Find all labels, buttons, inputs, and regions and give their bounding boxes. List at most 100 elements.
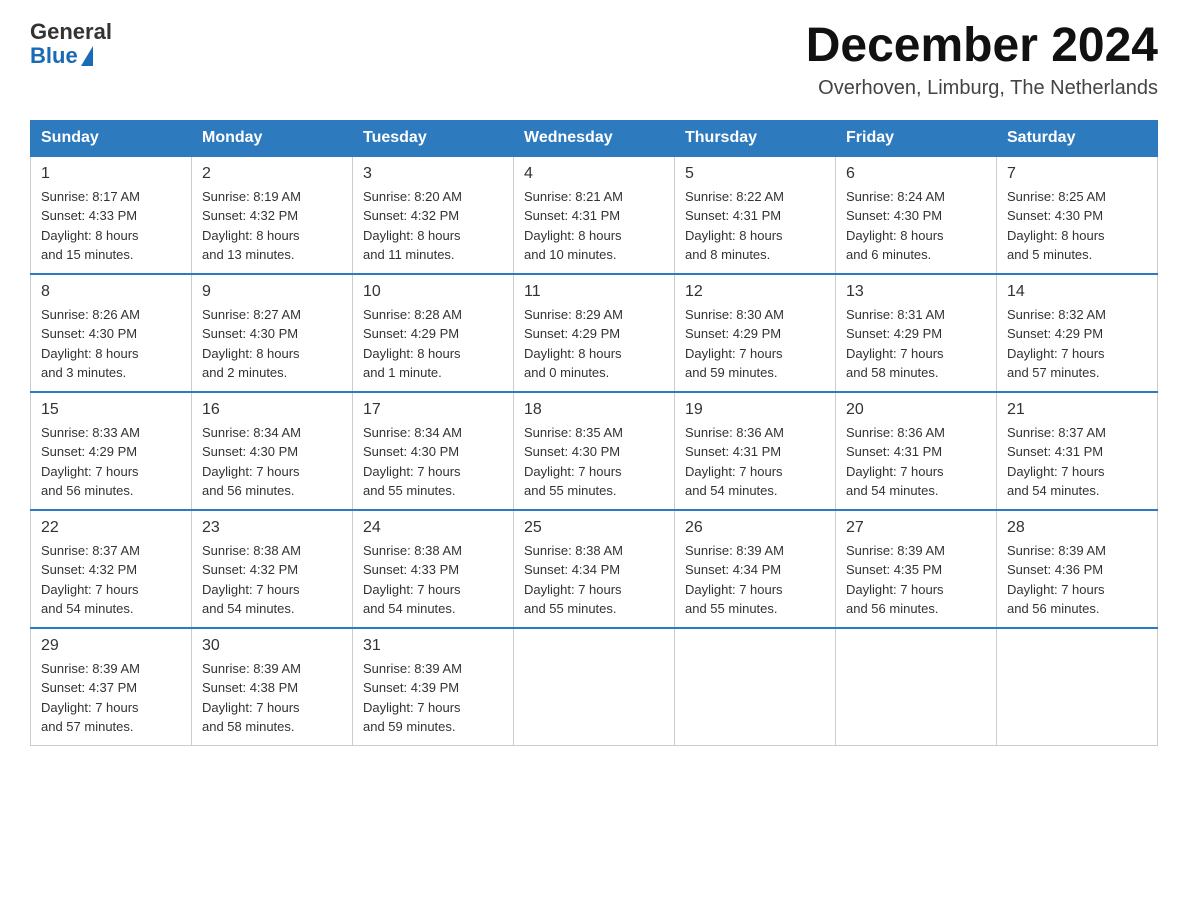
day-number: 24 [363,519,503,537]
calendar-cell: 6 Sunrise: 8:24 AM Sunset: 4:30 PM Daylig… [836,156,997,274]
calendar-cell: 22Sunrise: 8:37 AM Sunset: 4:32 PM Dayli… [31,510,192,628]
calendar-cell [514,628,675,746]
day-info: Sunrise: 8:39 AM Sunset: 4:36 PM Dayligh… [1007,541,1147,619]
day-number: 2 [202,165,342,183]
day-number: 28 [1007,519,1147,537]
day-number: 11 [524,283,664,301]
day-info: Sunrise: 8:25 AM Sunset: 4:30 PM Dayligh… [1007,187,1147,265]
day-info: Sunrise: 8:17 AM Sunset: 4:33 PM Dayligh… [41,187,181,265]
calendar-cell: 3Sunrise: 8:20 AM Sunset: 4:32 PM Daylig… [353,156,514,274]
calendar-cell: 24 Sunrise: 8:38 AM Sunset: 4:33 PM Dayli… [353,510,514,628]
day-number: 8 [41,283,181,301]
day-number: 15 [41,401,181,419]
col-header-tuesday: Tuesday [353,120,514,156]
day-number: 1 [41,165,181,183]
calendar-cell: 5 Sunrise: 8:22 AM Sunset: 4:31 PM Daylig… [675,156,836,274]
day-info: Sunrise: 8:38 AM Sunset: 4:33 PM Dayligh… [363,541,503,619]
day-number: 9 [202,283,342,301]
day-info: Sunrise: 8:30 AM Sunset: 4:29 PM Dayligh… [685,305,825,383]
calendar-cell: 1 Sunrise: 8:17 AM Sunset: 4:33 PM Daylig… [31,156,192,274]
col-header-sunday: Sunday [31,120,192,156]
day-info: Sunrise: 8:31 AM Sunset: 4:29 PM Dayligh… [846,305,986,383]
col-header-friday: Friday [836,120,997,156]
day-number: 31 [363,637,503,655]
day-info: Sunrise: 8:39 AM Sunset: 4:35 PM Dayligh… [846,541,986,619]
col-header-thursday: Thursday [675,120,836,156]
day-info: Sunrise: 8:22 AM Sunset: 4:31 PM Dayligh… [685,187,825,265]
calendar-cell: 25 Sunrise: 8:38 AM Sunset: 4:34 PM Dayli… [514,510,675,628]
calendar-cell [836,628,997,746]
week-row-4: 22Sunrise: 8:37 AM Sunset: 4:32 PM Dayli… [31,510,1158,628]
title-block: December 2024 Overhoven, Limburg, The Ne… [806,20,1158,100]
day-number: 13 [846,283,986,301]
day-number: 27 [846,519,986,537]
calendar-cell: 2 Sunrise: 8:19 AM Sunset: 4:32 PM Daylig… [192,156,353,274]
calendar-cell: 9 Sunrise: 8:27 AM Sunset: 4:30 PM Daylig… [192,274,353,392]
logo-triangle-icon [81,46,93,66]
calendar-cell: 12Sunrise: 8:30 AM Sunset: 4:29 PM Dayli… [675,274,836,392]
day-number: 23 [202,519,342,537]
day-number: 17 [363,401,503,419]
calendar-cell: 27 Sunrise: 8:39 AM Sunset: 4:35 PM Dayli… [836,510,997,628]
day-info: Sunrise: 8:39 AM Sunset: 4:37 PM Dayligh… [41,659,181,737]
day-number: 6 [846,165,986,183]
day-number: 19 [685,401,825,419]
day-info: Sunrise: 8:29 AM Sunset: 4:29 PM Dayligh… [524,305,664,383]
calendar-cell: 13 Sunrise: 8:31 AM Sunset: 4:29 PM Dayli… [836,274,997,392]
day-info: Sunrise: 8:27 AM Sunset: 4:30 PM Dayligh… [202,305,342,383]
day-info: Sunrise: 8:38 AM Sunset: 4:34 PM Dayligh… [524,541,664,619]
calendar-cell: 17Sunrise: 8:34 AM Sunset: 4:30 PM Dayli… [353,392,514,510]
logo-general-text: General [30,20,112,44]
location-subtitle: Overhoven, Limburg, The Netherlands [806,77,1158,100]
day-info: Sunrise: 8:37 AM Sunset: 4:32 PM Dayligh… [41,541,181,619]
calendar-cell [997,628,1158,746]
calendar-cell: 28 Sunrise: 8:39 AM Sunset: 4:36 PM Dayli… [997,510,1158,628]
calendar-cell: 23 Sunrise: 8:38 AM Sunset: 4:32 PM Dayli… [192,510,353,628]
calendar-table: SundayMondayTuesdayWednesdayThursdayFrid… [30,120,1158,746]
day-info: Sunrise: 8:36 AM Sunset: 4:31 PM Dayligh… [846,423,986,501]
week-row-3: 15 Sunrise: 8:33 AM Sunset: 4:29 PM Dayli… [31,392,1158,510]
col-header-monday: Monday [192,120,353,156]
day-info: Sunrise: 8:28 AM Sunset: 4:29 PM Dayligh… [363,305,503,383]
week-row-5: 29 Sunrise: 8:39 AM Sunset: 4:37 PM Dayli… [31,628,1158,746]
day-number: 21 [1007,401,1147,419]
calendar-cell: 20 Sunrise: 8:36 AM Sunset: 4:31 PM Dayli… [836,392,997,510]
day-number: 20 [846,401,986,419]
day-number: 14 [1007,283,1147,301]
calendar-cell: 15 Sunrise: 8:33 AM Sunset: 4:29 PM Dayli… [31,392,192,510]
page-header: General Blue December 2024 Overhoven, Li… [30,20,1158,100]
calendar-cell: 31 Sunrise: 8:39 AM Sunset: 4:39 PM Dayli… [353,628,514,746]
day-info: Sunrise: 8:39 AM Sunset: 4:39 PM Dayligh… [363,659,503,737]
day-number: 4 [524,165,664,183]
logo-blue-text: Blue [30,44,112,68]
day-info: Sunrise: 8:36 AM Sunset: 4:31 PM Dayligh… [685,423,825,501]
day-number: 25 [524,519,664,537]
day-number: 7 [1007,165,1147,183]
calendar-cell: 30Sunrise: 8:39 AM Sunset: 4:38 PM Dayli… [192,628,353,746]
day-number: 5 [685,165,825,183]
day-info: Sunrise: 8:20 AM Sunset: 4:32 PM Dayligh… [363,187,503,265]
day-info: Sunrise: 8:24 AM Sunset: 4:30 PM Dayligh… [846,187,986,265]
calendar-cell: 19 Sunrise: 8:36 AM Sunset: 4:31 PM Dayli… [675,392,836,510]
day-info: Sunrise: 8:35 AM Sunset: 4:30 PM Dayligh… [524,423,664,501]
calendar-cell: 8Sunrise: 8:26 AM Sunset: 4:30 PM Daylig… [31,274,192,392]
day-number: 30 [202,637,342,655]
calendar-cell: 7 Sunrise: 8:25 AM Sunset: 4:30 PM Daylig… [997,156,1158,274]
day-info: Sunrise: 8:32 AM Sunset: 4:29 PM Dayligh… [1007,305,1147,383]
day-info: Sunrise: 8:37 AM Sunset: 4:31 PM Dayligh… [1007,423,1147,501]
calendar-cell: 26Sunrise: 8:39 AM Sunset: 4:34 PM Dayli… [675,510,836,628]
calendar-cell: 11 Sunrise: 8:29 AM Sunset: 4:29 PM Dayli… [514,274,675,392]
week-row-2: 8Sunrise: 8:26 AM Sunset: 4:30 PM Daylig… [31,274,1158,392]
day-number: 29 [41,637,181,655]
calendar-cell [675,628,836,746]
calendar-cell: 18 Sunrise: 8:35 AM Sunset: 4:30 PM Dayli… [514,392,675,510]
day-info: Sunrise: 8:38 AM Sunset: 4:32 PM Dayligh… [202,541,342,619]
calendar-cell: 10 Sunrise: 8:28 AM Sunset: 4:29 PM Dayli… [353,274,514,392]
day-info: Sunrise: 8:19 AM Sunset: 4:32 PM Dayligh… [202,187,342,265]
col-header-saturday: Saturday [997,120,1158,156]
day-info: Sunrise: 8:39 AM Sunset: 4:34 PM Dayligh… [685,541,825,619]
day-info: Sunrise: 8:34 AM Sunset: 4:30 PM Dayligh… [202,423,342,501]
day-info: Sunrise: 8:33 AM Sunset: 4:29 PM Dayligh… [41,423,181,501]
day-number: 10 [363,283,503,301]
day-number: 18 [524,401,664,419]
